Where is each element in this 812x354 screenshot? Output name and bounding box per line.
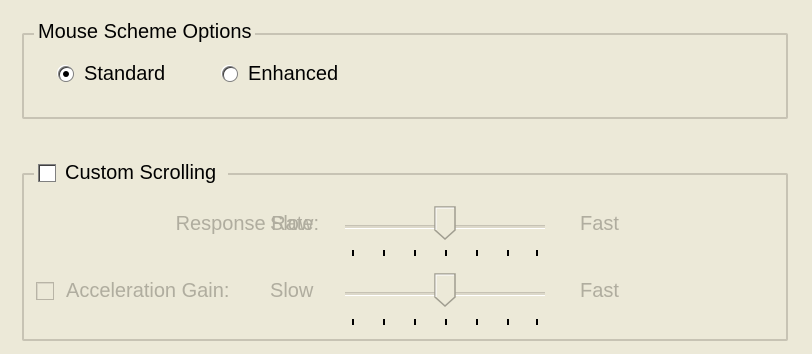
acceleration-gain-ticks xyxy=(352,319,538,325)
response-rate-slow-label: Slow xyxy=(270,213,314,235)
acceleration-gain-row[interactable]: Acceleration Gain: xyxy=(36,279,229,303)
tick xyxy=(352,319,354,325)
acceleration-gain-slider-thumb[interactable] xyxy=(434,273,456,307)
tick xyxy=(507,250,509,256)
response-rate-ticks xyxy=(352,250,538,256)
acceleration-gain-fast-label: Fast xyxy=(580,280,619,302)
tick xyxy=(536,319,538,325)
radio-standard-circle[interactable] xyxy=(58,66,74,82)
tick xyxy=(383,319,385,325)
tick xyxy=(507,319,509,325)
mouse-scheme-legend: Mouse Scheme Options xyxy=(34,20,256,44)
acceleration-gain-label: Acceleration Gain: xyxy=(66,280,230,302)
radio-standard[interactable]: Standard xyxy=(58,62,165,86)
tick xyxy=(414,250,416,256)
acceleration-gain-slow-label: Slow xyxy=(270,280,314,302)
tick xyxy=(476,250,478,256)
tick xyxy=(445,250,447,256)
radio-enhanced[interactable]: Enhanced xyxy=(222,62,338,86)
tick xyxy=(536,250,538,256)
radio-enhanced-circle[interactable] xyxy=(222,66,238,82)
custom-scrolling-label: Custom Scrolling xyxy=(65,162,217,184)
custom-scrolling-legend[interactable]: Custom Scrolling xyxy=(34,161,229,185)
acceleration-gain-checkbox[interactable] xyxy=(36,282,54,300)
radio-enhanced-label: Enhanced xyxy=(248,63,339,85)
radio-standard-label: Standard xyxy=(84,63,166,85)
tick xyxy=(445,319,447,325)
response-rate-fast-label: Fast xyxy=(580,213,619,235)
tick xyxy=(352,250,354,256)
tick xyxy=(414,319,416,325)
tick xyxy=(476,319,478,325)
tick xyxy=(383,250,385,256)
custom-scrolling-groupbox xyxy=(22,173,788,341)
response-rate-slider-thumb[interactable] xyxy=(434,206,456,240)
custom-scrolling-checkbox[interactable] xyxy=(38,164,56,182)
